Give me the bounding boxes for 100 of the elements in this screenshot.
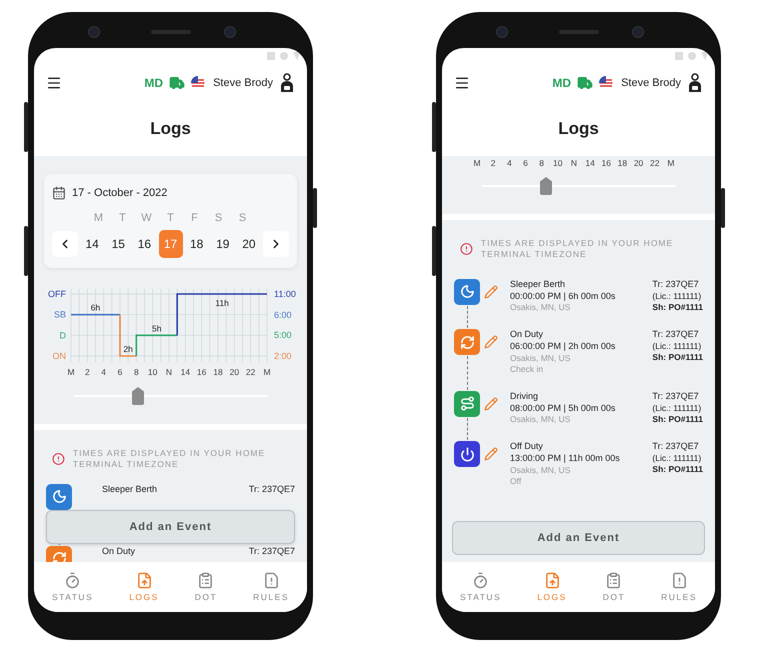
event-time: 00:00:00 PM | 6h 00m 00s [510,290,616,302]
duration-label: 5h [152,323,162,334]
duty-total-label: 2:00 [274,350,293,361]
camera-lens [496,26,508,38]
user-name: Steve Brody [621,77,681,89]
menu-icon[interactable] [46,75,62,91]
event-location: Osakis, MN, US [510,464,572,476]
duty-status-label: ON [52,351,66,361]
day-button[interactable]: 15 [106,230,130,258]
nav-tab[interactable]: LOGS [537,572,567,602]
nav-tab[interactable]: DOT [602,572,626,602]
nav-tab[interactable]: RULES [253,572,289,602]
hour-label: M [263,367,271,377]
next-week-button[interactable] [263,231,289,257]
hour-label: 2 [490,158,497,168]
weekday-label: T [166,212,175,224]
slider-thumb[interactable] [132,387,144,405]
day-button[interactable]: 16 [132,230,156,258]
timezone-notice: TIMES ARE DISPLAYED IN YOUR HOME TERMINAL TIMEZONE [72,448,266,471]
stopwatch-icon [472,572,490,589]
power-icon [460,446,474,462]
edit-icon[interactable] [484,447,498,462]
stopwatch-icon [64,572,82,589]
duty-status-label: D [60,330,66,340]
event-time: 08:00:00 PM | 5h 00m 00s [510,402,616,414]
nav-tab[interactable]: STATUS [52,572,94,602]
hour-label: 10 [148,367,158,377]
event-location: Osakis, MN, US [510,414,572,426]
upload-icon [136,572,152,589]
timeline-line [466,356,468,390]
hour-label: 10 [552,158,564,168]
weekday-label: S [214,212,224,224]
truck-icon [577,75,594,91]
hour-label: 22 [648,158,660,168]
hour-label: M [666,158,676,168]
moon-icon [52,489,66,504]
trailer-number: Tr: 237QE7 [652,441,699,453]
timeline-line [466,418,468,440]
shipment-number: Sh: PO#1111 [652,302,703,313]
driver-icon[interactable] [279,73,295,93]
duty-status-label: OFF [48,289,66,299]
hour-label: 14 [180,367,190,377]
duty-total-label: 6:00 [274,310,293,320]
hour-label: 20 [230,367,240,377]
driver-icon[interactable] [687,73,703,93]
moon-icon [460,284,474,300]
day-button[interactable]: 14 [80,230,104,258]
hour-label: 6 [522,158,529,168]
flag-icon [191,76,206,90]
edit-icon[interactable] [484,335,498,350]
status-icons [675,52,709,60]
hour-label: N [166,367,172,377]
event-name: Sleeper Berth [510,278,566,291]
trailer-number: Tr: 237QE7 [652,278,699,291]
nav-tab[interactable]: LOGS [129,572,159,602]
edit-icon[interactable] [484,396,498,411]
nav-tab[interactable]: STATUS [460,572,502,602]
event-time: 13:00:00 PM | 11h 00m 00s [510,452,621,465]
hour-label: 14 [584,158,596,168]
hour-label: 6 [118,367,122,377]
menu-icon[interactable] [454,75,470,91]
hour-label: N [570,158,578,168]
event-location: Osakis, MN, US [510,302,572,314]
date-label: 17 - October - 2022 [72,187,168,199]
nav-tab[interactable]: RULES [661,572,697,602]
timeline-line [466,306,468,328]
shipment-number: Sh: PO#1111 [652,414,703,425]
day-button[interactable]: 17 [158,230,182,258]
event-name: Sleeper Berth [102,484,158,496]
road-icon [460,396,474,412]
day-button[interactable]: 18 [184,230,209,258]
duration-label: 6h [90,302,100,313]
day-button[interactable]: 20 [236,230,261,258]
edit-icon[interactable] [484,284,498,299]
add-event-button[interactable]: Add an Event [452,520,705,555]
status-code: MD [144,76,164,90]
cycle-icon [460,334,474,350]
slider-thumb[interactable] [540,177,552,195]
license-number: (Lic.: 111111) [652,341,702,352]
page-title: Logs [149,118,192,140]
clipboard-icon [197,572,214,589]
weekday-label: T [118,212,127,224]
shipment-number: Sh: PO#1111 [652,352,703,364]
license-number: (Lic.: 111111) [652,402,702,414]
hour-label: M [67,367,75,377]
hour-label: 4 [506,158,513,168]
hour-label: 2 [84,367,90,377]
day-button[interactable]: 19 [210,230,235,258]
nav-tab[interactable]: DOT [194,572,218,602]
event-name: Driving [510,390,540,403]
camera-lens [224,26,236,38]
hour-label: 16 [196,367,206,377]
previous-week-button[interactable] [52,231,78,257]
add-event-button[interactable]: Add an Event [46,510,295,544]
event-name: On Duty [510,329,544,342]
upload-icon [544,572,560,589]
calendar-icon [52,186,66,200]
event-name: Off Duty [510,441,544,453]
event-note: Off [510,476,522,487]
duration-label: 2h [123,344,133,354]
